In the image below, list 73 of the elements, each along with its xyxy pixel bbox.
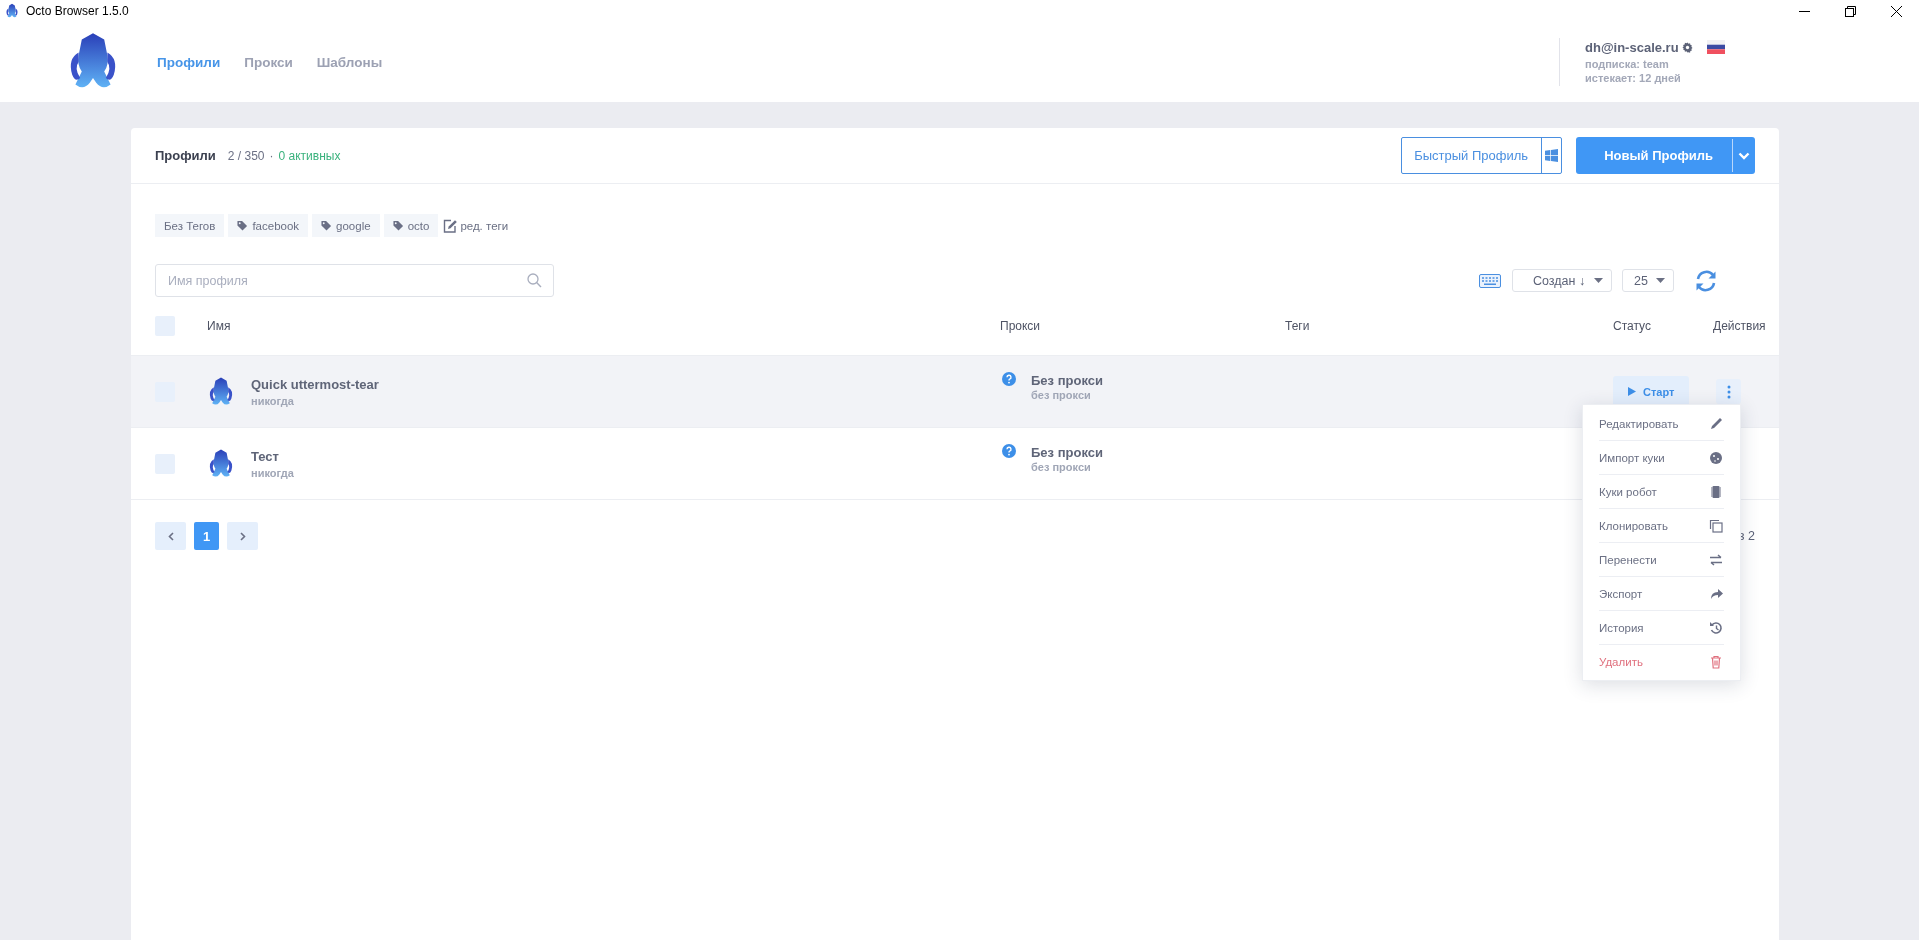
minimize-icon[interactable]	[1798, 10, 1810, 12]
tag-icon	[392, 220, 404, 231]
dropdown-caret-icon	[1656, 278, 1665, 283]
copy-icon	[1708, 517, 1724, 534]
tag-filter[interactable]: octo	[383, 214, 439, 237]
refresh-icon[interactable]	[1694, 268, 1718, 293]
windows-icon	[1545, 149, 1559, 162]
chevron-down-icon	[1738, 151, 1750, 160]
profile-count: 2 / 350	[227, 148, 265, 163]
column-header: Прокси	[1000, 319, 1041, 333]
keyboard-icon[interactable]	[1479, 273, 1501, 288]
chevron-left-icon	[167, 531, 174, 541]
cookie-icon	[1708, 449, 1724, 466]
proxy-name: Без прокси	[1031, 373, 1103, 388]
proxy-detail: без прокси	[1031, 461, 1092, 473]
last-run-text: никогда	[251, 466, 294, 479]
menu-item[interactable]: Клонировать	[1599, 509, 1724, 543]
edit-tags-link[interactable]: ред. теги	[442, 217, 509, 234]
help-icon[interactable]	[1002, 372, 1016, 386]
quick-profile-button[interactable]: Быстрый Профиль	[1401, 137, 1563, 174]
proxy-detail: без прокси	[1031, 389, 1092, 401]
search-field[interactable]: Имя профиля	[155, 264, 554, 297]
menu-item[interactable]: Импорт куки	[1599, 441, 1724, 475]
menu-item[interactable]: История	[1599, 611, 1724, 645]
tag-icon	[237, 220, 249, 231]
history-icon	[1708, 619, 1724, 636]
chip-icon	[1708, 483, 1724, 500]
account-email[interactable]: dh@in-scale.ru	[1585, 39, 1679, 55]
restore-icon[interactable]	[1844, 5, 1856, 17]
separator-dot: ·	[269, 148, 274, 163]
menu-item[interactable]: Редактировать	[1599, 407, 1724, 441]
menu-item[interactable]: Куки робот	[1599, 475, 1724, 509]
expiry-text: истекает: 12 дней	[1585, 70, 1682, 85]
chevron-right-icon	[239, 531, 246, 541]
edit-icon	[442, 217, 459, 234]
sort-select[interactable]: Создан ↓	[1512, 269, 1612, 292]
menu-item[interactable]: Перенести	[1599, 543, 1724, 577]
search-icon	[527, 273, 542, 288]
column-header: Имя	[207, 319, 231, 333]
active-count: 0 активных	[278, 148, 341, 163]
close-icon[interactable]	[1890, 5, 1902, 17]
pencil-icon	[1708, 415, 1724, 432]
menu-item[interactable]: Экспорт	[1599, 577, 1724, 611]
page-size-select[interactable]: 25	[1622, 269, 1674, 292]
column-header: Действия	[1713, 319, 1766, 333]
help-icon[interactable]	[1002, 444, 1016, 458]
next-page-button[interactable]	[227, 522, 258, 550]
tag-icon	[321, 220, 333, 231]
profile-name[interactable]: Quick uttermost-tear	[251, 376, 379, 392]
window-title: Octo Browser 1.5.0	[26, 4, 129, 18]
panel-title: Профили	[155, 148, 216, 163]
menu-item[interactable]: Удалить	[1599, 645, 1724, 678]
tag-filter[interactable]: Без Тегов	[155, 214, 225, 237]
proxy-name: Без прокси	[1031, 445, 1103, 460]
subscription-text: подписка: team	[1585, 56, 1670, 71]
kebab-menu-icon	[1726, 384, 1731, 399]
column-header: Статус	[1613, 319, 1651, 333]
new-profile-button[interactable]: Новый Профиль	[1576, 137, 1755, 174]
nav-tab[interactable]: Профили	[157, 50, 221, 74]
tag-filter[interactable]: google	[312, 214, 380, 237]
last-run-text: никогда	[251, 394, 295, 407]
profile-name[interactable]: Тест	[251, 448, 294, 464]
flag-icon[interactable]	[1706, 40, 1725, 54]
page-button[interactable]: 1	[194, 522, 219, 550]
column-header: Теги	[1285, 319, 1310, 333]
dropdown-caret-icon	[1594, 278, 1603, 283]
trash-icon	[1708, 653, 1724, 670]
app-icon	[4, 3, 20, 19]
settings-icon[interactable]	[1681, 41, 1693, 53]
play-icon	[1628, 387, 1636, 396]
previous-page-button[interactable]	[155, 522, 186, 550]
swap-arrows-icon	[1708, 551, 1724, 568]
tag-filter[interactable]: facebook	[228, 214, 309, 237]
